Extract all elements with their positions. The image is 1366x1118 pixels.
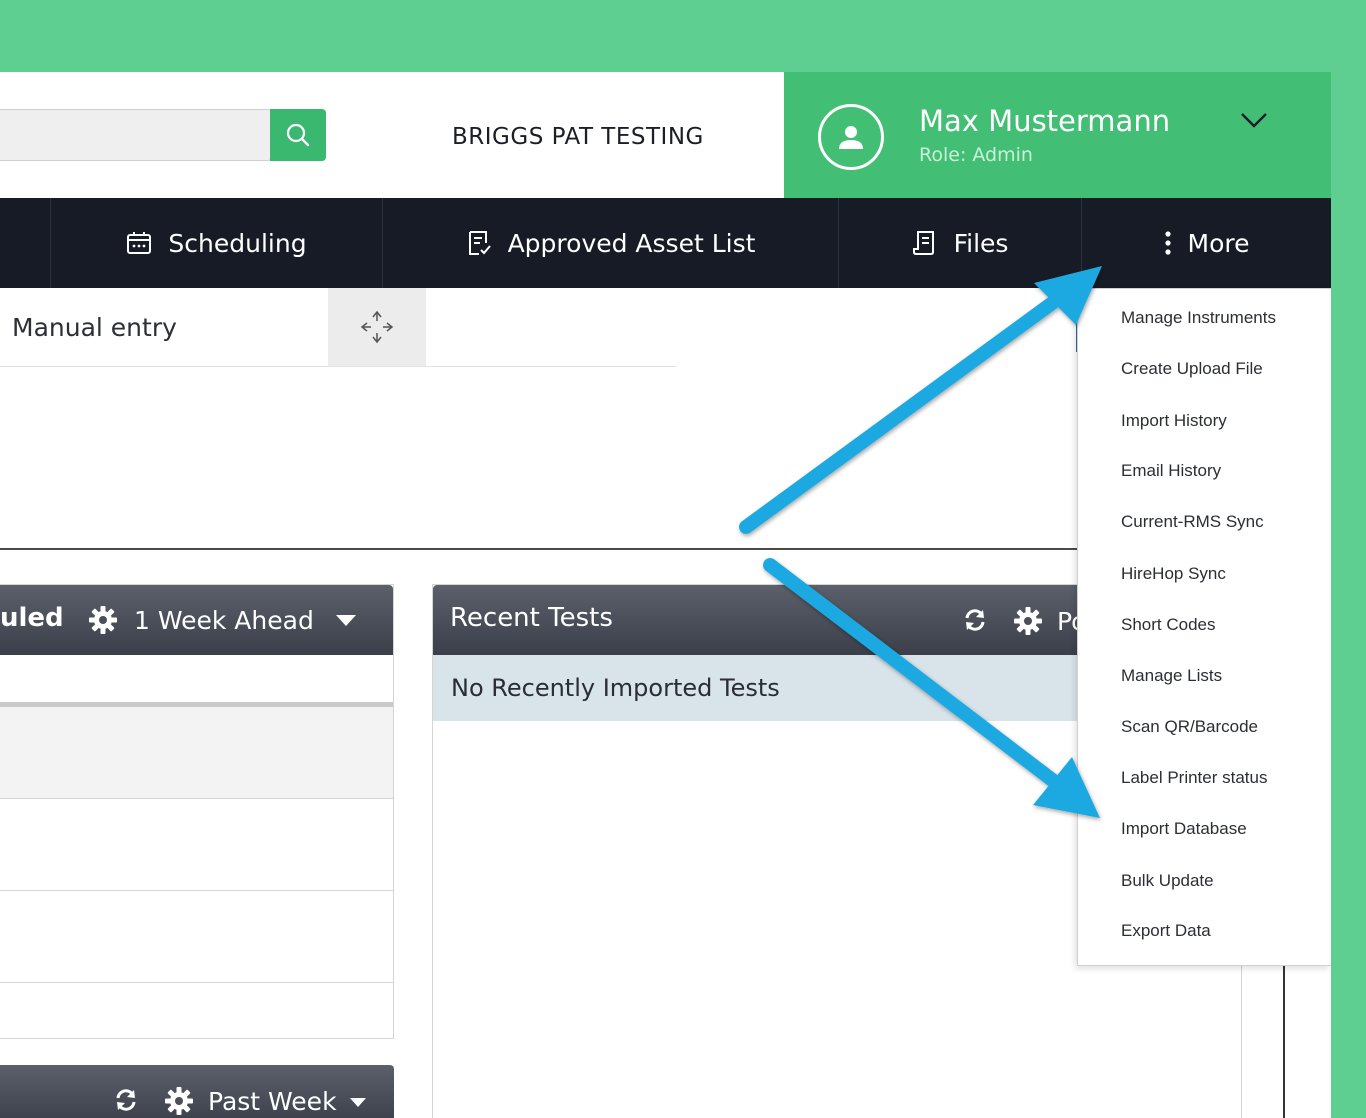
arrow-to-more-menu [739, 266, 1102, 534]
arrow-to-import-database [763, 558, 1100, 818]
annotation-arrows [739, 266, 1102, 818]
